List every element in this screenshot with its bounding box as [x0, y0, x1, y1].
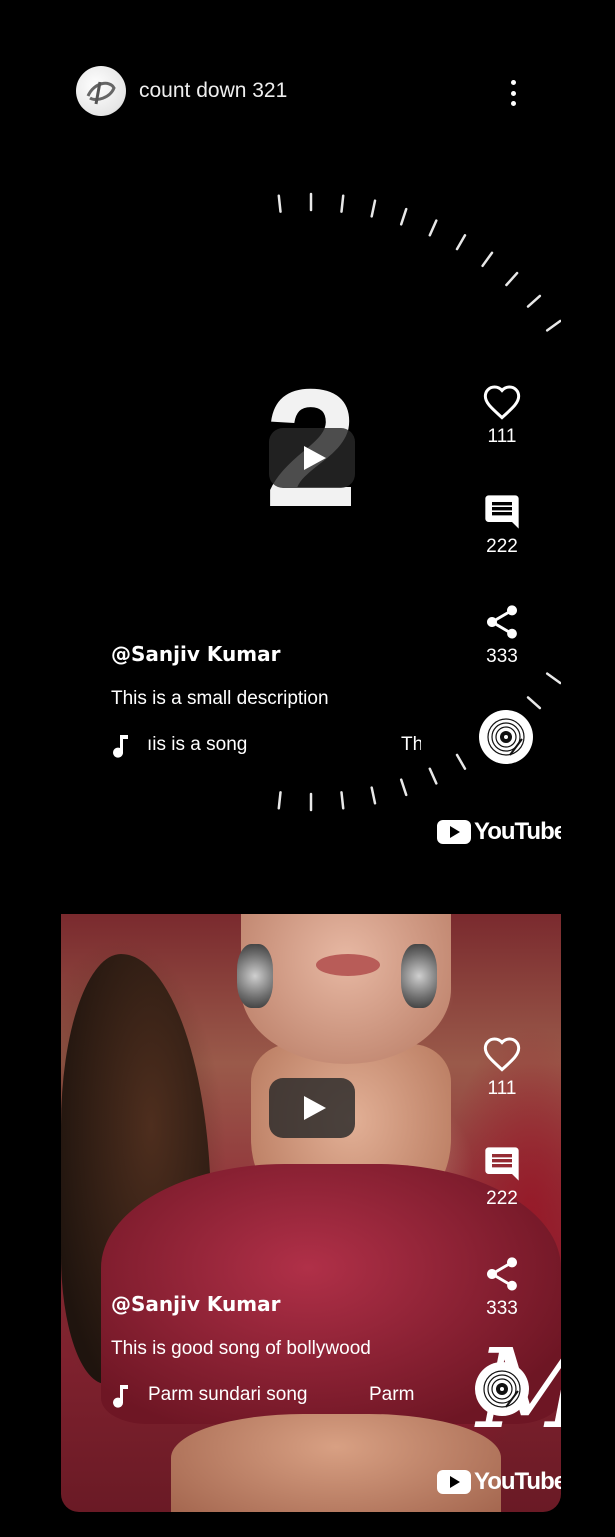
vinyl-disc-icon[interactable] — [479, 710, 533, 764]
dial-tick — [277, 791, 282, 810]
play-button[interactable] — [269, 1078, 355, 1138]
dial-tick — [399, 778, 408, 797]
dial-tick — [455, 234, 467, 251]
video-thumbnail-lips — [316, 954, 380, 976]
youtube-label: YouTube — [474, 818, 561, 845]
share-icon[interactable] — [480, 1252, 524, 1296]
comment-icon[interactable] — [480, 490, 524, 534]
youtube-watermark[interactable]: YouTube — [437, 818, 561, 846]
song-title-repeat: Parm — [369, 1384, 415, 1405]
song-title: ıis is a song — [147, 734, 248, 755]
share-count: 333 — [486, 646, 518, 667]
like-count: 111 — [487, 1078, 517, 1099]
dial-tick — [370, 786, 377, 805]
dial-tick — [455, 753, 467, 770]
comment-count: 222 — [486, 536, 518, 557]
action-bar: 111 222 333 — [471, 1032, 533, 1416]
vinyl-disc-icon[interactable] — [475, 1362, 529, 1416]
author-name[interactable]: @Sanjiv Kumar — [111, 1292, 421, 1316]
dial-tick — [526, 294, 542, 308]
dial-tick — [505, 271, 519, 287]
play-button[interactable] — [269, 428, 355, 488]
share-icon[interactable] — [480, 600, 524, 644]
share-count: 333 — [486, 1298, 518, 1319]
heart-outline-icon[interactable] — [480, 380, 524, 424]
channel-logo-icon — [86, 81, 116, 105]
share-action[interactable]: 333 — [480, 1252, 524, 1362]
youtube-label: YouTube — [474, 1468, 561, 1495]
comment-icon[interactable] — [480, 1142, 524, 1186]
youtube-icon — [437, 820, 471, 844]
dial-tick — [545, 672, 561, 685]
like-action[interactable]: 111 — [480, 380, 524, 490]
dial-tick — [370, 199, 377, 218]
comment-action[interactable]: 222 — [480, 1142, 524, 1252]
heart-outline-icon[interactable] — [480, 1032, 524, 1076]
comment-action[interactable]: 222 — [480, 490, 524, 600]
song-title: Parm sundari song — [148, 1384, 308, 1405]
song-title-repeat: Th — [401, 734, 421, 755]
youtube-icon — [437, 1470, 471, 1494]
dial-tick — [545, 319, 561, 332]
song-marquee: Parm sundari song Parm — [147, 1382, 421, 1410]
dial-tick — [340, 791, 345, 810]
youtube-watermark[interactable]: YouTube — [437, 1468, 561, 1496]
like-action[interactable]: 111 — [480, 1032, 524, 1142]
channel-title[interactable]: count down 321 — [139, 79, 287, 103]
video-description: This is a small description — [111, 688, 329, 709]
dial-tick — [481, 251, 494, 268]
more-vertical-icon[interactable] — [503, 80, 523, 106]
song-row[interactable]: Parm sundari song Parm — [111, 1382, 421, 1410]
music-note-icon — [113, 735, 128, 758]
song-marquee: ıis is a song Th — [147, 732, 421, 760]
action-bar: 111 222 333 — [471, 380, 533, 764]
share-action[interactable]: 333 — [480, 600, 524, 710]
play-icon — [303, 1096, 326, 1120]
like-count: 111 — [487, 426, 517, 447]
video-card-countdown[interactable]: 2 count down 321 111 222 — [61, 50, 561, 862]
comment-count: 222 — [486, 1188, 518, 1209]
play-icon — [303, 446, 326, 470]
video-description: This is good song of bollywood — [111, 1338, 371, 1359]
dial-tick — [340, 194, 345, 213]
author-name[interactable]: @Sanjiv Kumar — [111, 642, 421, 666]
music-note-icon — [113, 1385, 128, 1408]
song-row[interactable]: ıis is a song Th — [111, 732, 421, 760]
channel-avatar[interactable] — [76, 66, 126, 116]
dial-tick — [277, 194, 282, 213]
video-info: @Sanjiv Kumar This is a small descriptio… — [111, 642, 421, 760]
video-info: @Sanjiv Kumar This is good song of bolly… — [111, 1292, 421, 1410]
earring-left — [237, 944, 273, 1008]
video-header: count down 321 — [76, 65, 287, 117]
earring-right — [401, 944, 437, 1008]
dial-tick — [399, 207, 408, 226]
dial-tick — [428, 219, 438, 237]
dial-tick — [428, 767, 438, 785]
video-thumbnail-midriff — [171, 1414, 501, 1512]
video-card-bollywood[interactable]: M 111 222 333 — [61, 914, 561, 1512]
